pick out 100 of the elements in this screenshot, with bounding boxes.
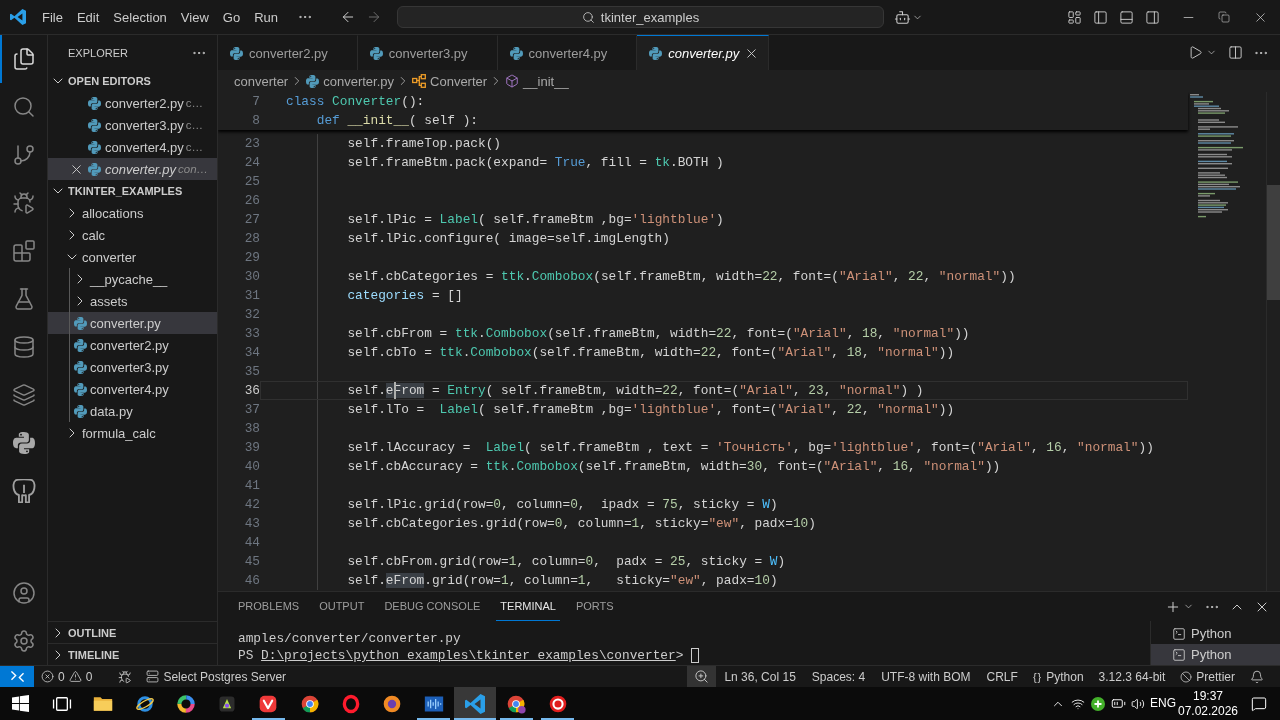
open-editor-item[interactable]: converter4.pyc… — [48, 136, 217, 158]
breadcrumb-item[interactable]: __init__ — [505, 70, 569, 92]
menu-item[interactable]: Selection — [106, 5, 174, 29]
back-arrow-icon[interactable] — [340, 9, 356, 25]
play-bug-icon — [118, 669, 133, 684]
class-symbol-icon — [412, 74, 427, 88]
status-item[interactable]: Prettier — [1173, 666, 1242, 687]
tree-item[interactable]: converter.py — [48, 312, 217, 334]
section-header[interactable]: OUTLINE — [48, 621, 217, 643]
status-item[interactable]: CRLF — [978, 666, 1026, 687]
console-icon — [1172, 626, 1186, 641]
status-item[interactable]: UTF-8 with BOM — [873, 666, 979, 687]
color-wheel-icon — [175, 693, 196, 714]
app-logo-icon — [9, 9, 26, 25]
line-number: 43 — [243, 515, 260, 533]
zoom-in-icon — [694, 669, 710, 684]
task-view-icon[interactable] — [51, 695, 72, 712]
status-item[interactable]: 3.12.3 64-bit — [1090, 666, 1174, 687]
panel-bottom-icon[interactable] — [1118, 9, 1134, 25]
breadcrumb-item[interactable]: Converter — [412, 70, 488, 92]
clock-time[interactable]: 19:37 — [1193, 688, 1223, 704]
remote-button[interactable] — [0, 666, 34, 687]
tree-item[interactable]: allocations — [48, 202, 217, 224]
code-line: self.frameTop.pack() — [347, 136, 502, 151]
layout-icon[interactable] — [1066, 9, 1082, 25]
four-panes-icon[interactable] — [12, 695, 30, 712]
python-file-icon — [73, 382, 87, 396]
wifi-icon[interactable] — [1071, 696, 1085, 711]
line-number: 29 — [243, 249, 260, 267]
line-number: 25 — [243, 173, 260, 191]
terminal-line: amples/converter/converter.py — [238, 630, 461, 647]
shell-list-item[interactable]: Python — [1151, 623, 1280, 644]
bell-icon[interactable] — [1250, 669, 1264, 684]
clock-date[interactable]: 07.02.2026 — [1177, 703, 1239, 719]
split-editor-icon[interactable] — [1227, 45, 1243, 60]
section-header[interactable]: TKINTER_EXAMPLES — [48, 180, 217, 202]
bot-icon[interactable] — [893, 8, 911, 26]
speaker-icon[interactable] — [1131, 696, 1145, 711]
tree-item[interactable]: formula_calc — [48, 422, 217, 444]
path-link[interactable]: D:\projects\python_examples\tkinter_examples\converter — [261, 648, 676, 663]
open-editor-item[interactable]: converter.pycon… — [48, 158, 217, 180]
open-editor-item[interactable]: converter3.pyc… — [48, 114, 217, 136]
line-number: 38 — [243, 420, 260, 438]
section-header[interactable]: OPEN EDITORS — [48, 70, 217, 92]
panel-left-icon[interactable] — [1092, 9, 1108, 25]
files-icon — [11, 47, 36, 71]
warning-icon — [68, 670, 82, 683]
language-indicator[interactable]: ENG — [1150, 696, 1176, 711]
tree-item[interactable]: assets — [48, 290, 217, 312]
database-icon — [11, 335, 36, 359]
panel-tab[interactable]: PORTS — [571, 592, 618, 621]
status-item[interactable]: Select Postgres Server — [139, 666, 294, 687]
tree-item[interactable]: converter — [48, 246, 217, 268]
python-file-icon — [73, 404, 87, 418]
tree-item[interactable]: converter3.py — [48, 356, 217, 378]
editor-tab[interactable]: converter.py — [637, 35, 770, 70]
problems-button[interactable]: 0 0 — [34, 666, 100, 687]
code-line: class Converter(): — [286, 94, 425, 109]
panel-tab[interactable]: OUTPUT — [315, 592, 369, 621]
ring-icon — [341, 693, 361, 714]
restore-icon[interactable] — [1218, 11, 1230, 23]
branch-icon — [11, 143, 36, 167]
line-number: 26 — [243, 192, 260, 210]
panel-right-icon[interactable] — [1144, 9, 1160, 25]
menu-item[interactable]: File — [35, 5, 70, 29]
account-icon — [11, 581, 36, 605]
battery-icon[interactable] — [1110, 696, 1126, 711]
python-file-icon — [230, 46, 243, 60]
menu-item[interactable]: Run — [247, 5, 285, 29]
menu-item[interactable]: Go — [215, 5, 248, 29]
panel-tab[interactable]: DEBUG CONSOLE — [380, 592, 485, 621]
panel-tab[interactable]: PROBLEMS — [234, 592, 304, 621]
zoom-button[interactable] — [687, 666, 717, 687]
code-line: self.cbAccuracy = ttk.Combobox(self.frameBtm, width=30, font=("Arial", 16, "normal")) — [347, 459, 1001, 474]
panel-tab[interactable]: TERMINAL — [496, 592, 560, 621]
status-item[interactable]: {} Python — [1025, 666, 1091, 687]
code-line: self.cbCategories = ttk.Combobox(self.frameBtm, width=22, font=("Arial", 22, "normal")) — [347, 269, 1016, 284]
notification-icon[interactable] — [1251, 695, 1267, 712]
tree-item[interactable]: converter2.py — [48, 334, 217, 356]
rounded-tile-icon — [258, 693, 279, 714]
scrollbar-thumb[interactable] — [1267, 185, 1280, 300]
open-editor-item[interactable]: converter2.pyc… — [48, 92, 217, 114]
breadcrumb-item[interactable]: converter — [234, 70, 289, 92]
plus-circle-icon[interactable] — [1091, 696, 1105, 711]
shell-list-item[interactable]: Python — [1151, 644, 1280, 665]
play-icon[interactable] — [1187, 45, 1203, 60]
menu-item[interactable]: Edit — [69, 5, 107, 29]
tree-item[interactable]: __pycache__ — [48, 268, 217, 290]
status-item[interactable]: Spaces: 4 — [803, 666, 874, 687]
line-number: 27 — [243, 211, 260, 229]
line-number: 46 — [243, 572, 260, 590]
menu-item[interactable]: View — [173, 5, 216, 29]
blocked-icon — [1180, 670, 1193, 683]
status-item[interactable]: Ln 36, Col 15 — [716, 666, 804, 687]
tree-item[interactable]: converter4.py — [48, 378, 217, 400]
command-center[interactable]: tkinter_examples — [397, 6, 884, 28]
tree-item[interactable]: calc — [48, 224, 217, 246]
python-file-icon — [73, 360, 87, 374]
breadcrumb-item[interactable]: converter.py — [306, 70, 395, 92]
tree-item[interactable]: data.py — [48, 400, 217, 422]
